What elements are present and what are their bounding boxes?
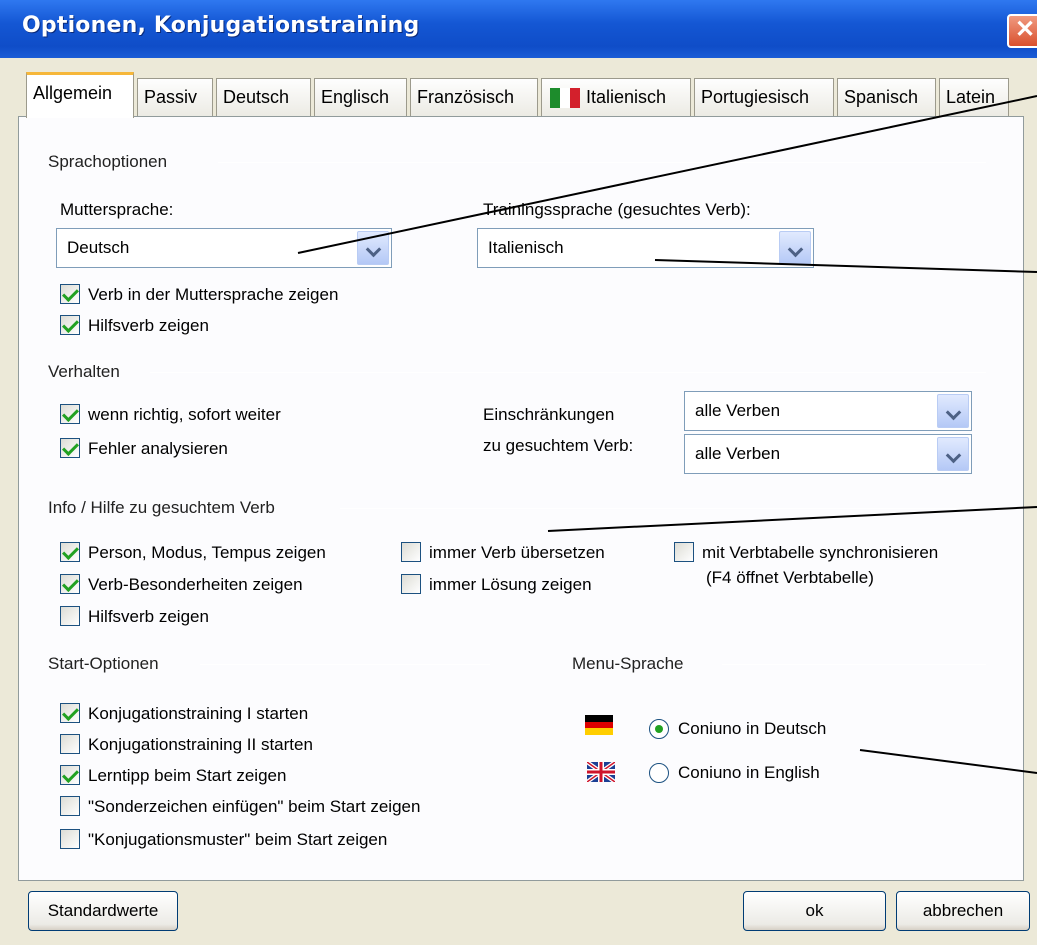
close-icon[interactable]: ✕ bbox=[1007, 14, 1037, 48]
chevron-down-icon[interactable] bbox=[357, 231, 389, 265]
tab-deutsch[interactable]: Deutsch bbox=[216, 78, 311, 116]
sonderzeichen-checkbox[interactable] bbox=[60, 796, 80, 816]
verb-besonderheiten-checkbox[interactable] bbox=[60, 574, 80, 594]
tab-italienisch-label: Italienisch bbox=[586, 87, 667, 107]
divider bbox=[150, 372, 986, 373]
standardwerte-button[interactable]: Standardwerte bbox=[28, 891, 178, 931]
trainingssprache-value: Italienisch bbox=[488, 238, 564, 257]
radio-deutsch-label: Coniuno in Deutsch bbox=[678, 719, 827, 738]
divider bbox=[218, 162, 986, 163]
einschraenkung-value-1: alle Verben bbox=[695, 401, 781, 420]
group-verhalten-title: Verhalten bbox=[48, 362, 120, 381]
verbtabelle-sync-checkbox[interactable] bbox=[674, 542, 694, 562]
fehler-analysieren-checkbox[interactable] bbox=[60, 438, 80, 458]
tab-allgemein[interactable]: Allgemein bbox=[26, 72, 134, 118]
konjugationsmuster-checkbox[interactable] bbox=[60, 829, 80, 849]
info-hilfsverb-checkbox[interactable] bbox=[60, 606, 80, 626]
tab-passiv[interactable]: Passiv bbox=[137, 78, 213, 116]
lerntipp-label: Lerntipp beim Start zeigen bbox=[88, 766, 287, 785]
konjugationstraining-1-label: Konjugationstraining I starten bbox=[88, 704, 309, 723]
verb-besonderheiten-label: Verb-Besonderheiten zeigen bbox=[88, 575, 303, 594]
chevron-down-icon[interactable] bbox=[937, 394, 969, 428]
einschraenkungen-label: Einschränkungen bbox=[483, 405, 615, 424]
einschraenkung-select-1[interactable]: alle Verben bbox=[684, 391, 972, 431]
verbtabelle-hint: (F4 öffnet Verbtabelle) bbox=[706, 568, 874, 587]
tab-englisch[interactable]: Englisch bbox=[314, 78, 407, 116]
person-modus-tempus-checkbox[interactable] bbox=[60, 542, 80, 562]
group-sprachoptionen-title: Sprachoptionen bbox=[48, 152, 168, 171]
group-start-title: Start-Optionen bbox=[48, 654, 159, 673]
sonderzeichen-label: "Sonderzeichen einfügen" beim Start zeig… bbox=[88, 797, 421, 816]
verb-uebersetzen-checkbox[interactable] bbox=[401, 542, 421, 562]
tab-latein[interactable]: Latein bbox=[939, 78, 1009, 116]
german-flag-icon bbox=[585, 715, 613, 736]
options-dialog: Optionen, Konjugationstraining ✕ Allgeme… bbox=[0, 0, 1037, 945]
verb-muttersprache-label: Verb in der Muttersprache zeigen bbox=[88, 285, 339, 304]
chevron-down-icon[interactable] bbox=[779, 231, 811, 265]
muttersprache-value: Deutsch bbox=[67, 238, 130, 257]
divider bbox=[722, 664, 986, 665]
tab-portugiesisch[interactable]: Portugiesisch bbox=[694, 78, 834, 116]
fehler-analysieren-label: Fehler analysieren bbox=[88, 439, 228, 458]
tab-spanisch[interactable]: Spanisch bbox=[837, 78, 936, 116]
loesung-zeigen-checkbox[interactable] bbox=[401, 574, 421, 594]
group-menu-title: Menu-Sprache bbox=[572, 654, 684, 673]
zu-gesuchtem-verb-label: zu gesuchtem Verb: bbox=[483, 436, 634, 455]
radio-english[interactable] bbox=[649, 763, 669, 783]
italy-flag-icon bbox=[550, 88, 580, 108]
group-info-title: Info / Hilfe zu gesuchtem Verb bbox=[48, 498, 275, 517]
einschraenkung-select-2[interactable]: alle Verben bbox=[684, 434, 972, 474]
trainingssprache-select[interactable]: Italienisch bbox=[477, 228, 814, 268]
muttersprache-select[interactable]: Deutsch bbox=[56, 228, 392, 268]
hilfsverb-checkbox[interactable] bbox=[60, 315, 80, 335]
verb-uebersetzen-label: immer Verb übersetzen bbox=[429, 543, 605, 562]
konjugationstraining-2-checkbox[interactable] bbox=[60, 734, 80, 754]
konjugationstraining-2-label: Konjugationstraining II starten bbox=[88, 735, 313, 754]
window-title: Optionen, Konjugationstraining bbox=[22, 13, 420, 38]
loesung-zeigen-label: immer Lösung zeigen bbox=[429, 575, 592, 594]
divider bbox=[200, 664, 490, 665]
chevron-down-icon[interactable] bbox=[937, 437, 969, 471]
radio-deutsch[interactable] bbox=[649, 719, 669, 739]
richtig-weiter-label: wenn richtig, sofort weiter bbox=[88, 405, 281, 424]
uk-flag-icon bbox=[587, 762, 615, 782]
richtig-weiter-checkbox[interactable] bbox=[60, 404, 80, 424]
tab-italienisch[interactable]: Italienisch bbox=[541, 78, 691, 116]
lerntipp-checkbox[interactable] bbox=[60, 765, 80, 785]
trainingssprache-label: Trainingssprache (gesuchtes Verb): bbox=[483, 200, 751, 219]
radio-english-label: Coniuno in English bbox=[678, 763, 820, 782]
einschraenkung-value-2: alle Verben bbox=[695, 444, 781, 463]
verb-muttersprache-checkbox[interactable] bbox=[60, 284, 80, 304]
tab-franzoesisch[interactable]: Französisch bbox=[410, 78, 538, 116]
muttersprache-label: Muttersprache: bbox=[60, 200, 174, 219]
info-hilfsverb-label: Hilfsverb zeigen bbox=[88, 607, 209, 626]
hilfsverb-label: Hilfsverb zeigen bbox=[88, 316, 209, 335]
ok-button[interactable]: ok bbox=[743, 891, 886, 931]
abbrechen-button[interactable]: abbrechen bbox=[896, 891, 1030, 931]
konjugationsmuster-label: "Konjugationsmuster" beim Start zeigen bbox=[88, 830, 388, 849]
divider bbox=[340, 508, 986, 509]
person-modus-tempus-label: Person, Modus, Tempus zeigen bbox=[88, 543, 326, 562]
konjugationstraining-1-checkbox[interactable] bbox=[60, 703, 80, 723]
title-bar[interactable]: Optionen, Konjugationstraining ✕ bbox=[0, 0, 1037, 58]
verbtabelle-sync-label: mit Verbtabelle synchronisieren bbox=[702, 543, 939, 562]
